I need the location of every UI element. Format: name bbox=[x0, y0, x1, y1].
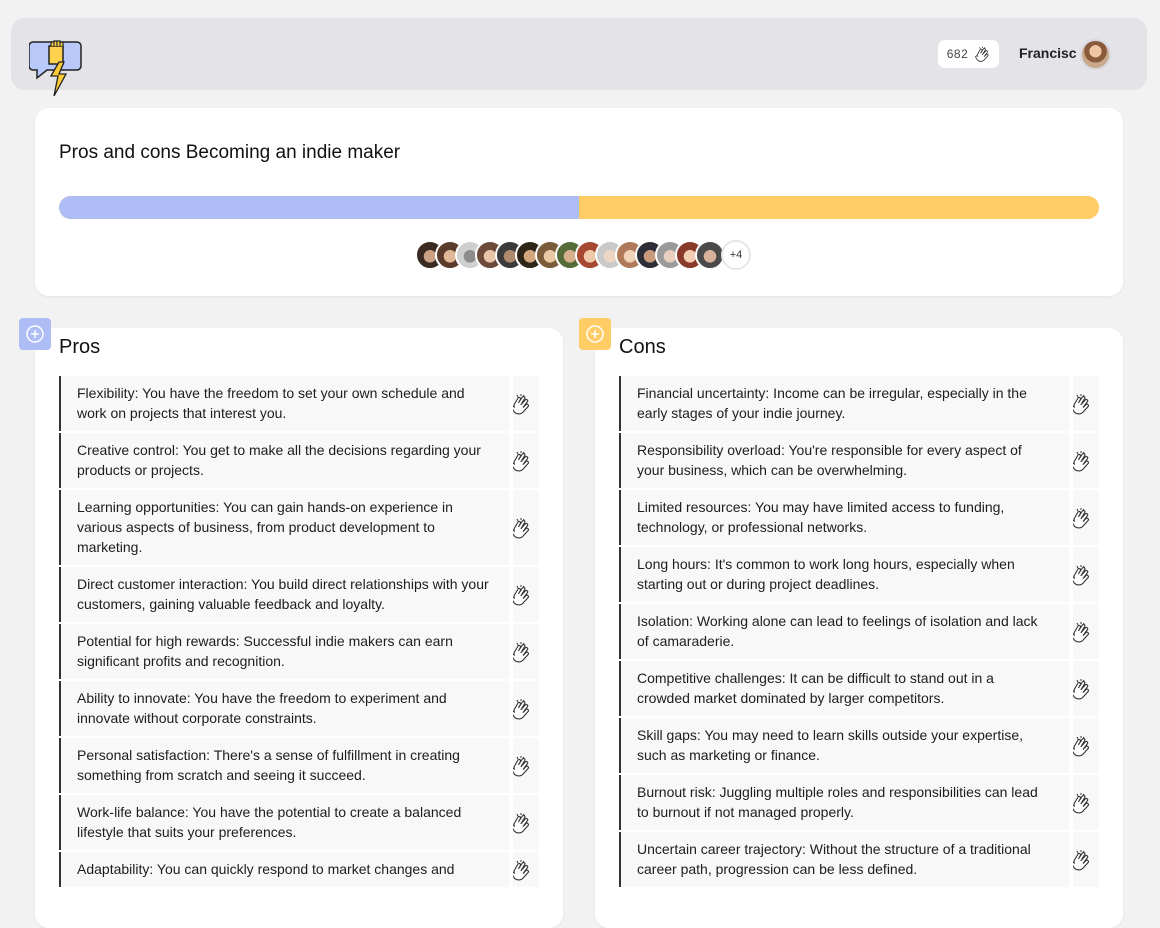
list-item-text: Adaptability: You can quickly respond to… bbox=[77, 861, 455, 877]
list-item[interactable]: Potential for high rewards: Successful i… bbox=[59, 624, 539, 679]
list-item[interactable]: Ability to innovate: You have the freedo… bbox=[59, 681, 539, 736]
list-item[interactable]: Personal satisfaction: There's a sense o… bbox=[59, 738, 539, 793]
plus-circle-icon bbox=[26, 325, 44, 343]
list-item[interactable]: Adaptability: You can quickly respond to… bbox=[59, 852, 539, 887]
list-item-text: Competitive challenges: It can be diffic… bbox=[637, 670, 994, 706]
clap-icon[interactable] bbox=[507, 583, 531, 607]
add-pro-button[interactable] bbox=[19, 318, 51, 350]
clap-icon[interactable] bbox=[1067, 848, 1091, 872]
list-item[interactable]: Financial uncertainty: Income can be irr… bbox=[619, 376, 1099, 431]
clap-icon[interactable] bbox=[507, 811, 531, 835]
list-item-text: Personal satisfaction: There's a sense o… bbox=[77, 747, 460, 783]
pros-title: Pros bbox=[59, 336, 101, 358]
clap-icon[interactable] bbox=[507, 697, 531, 721]
summary-card: Pros and cons Becoming an indie maker +4 bbox=[35, 108, 1123, 296]
top-bar: 682 Francisc bbox=[11, 18, 1147, 97]
list-item-text: Skill gaps: You may need to learn skills… bbox=[637, 727, 1023, 763]
list-item-text: Flexibility: You have the freedom to set… bbox=[77, 385, 465, 421]
clap-icon[interactable] bbox=[1067, 563, 1091, 587]
list-item-text: Burnout risk: Juggling multiple roles an… bbox=[637, 784, 1038, 820]
participants-more-badge[interactable]: +4 bbox=[721, 240, 751, 270]
clap-icon[interactable] bbox=[507, 392, 531, 416]
user-avatar[interactable] bbox=[1080, 39, 1111, 70]
list-item[interactable]: Skill gaps: You may need to learn skills… bbox=[619, 718, 1099, 773]
pros-list: Flexibility: You have the freedom to set… bbox=[59, 376, 539, 889]
clap-icon[interactable] bbox=[507, 754, 531, 778]
list-item-text: Work-life balance: You have the potentia… bbox=[77, 804, 462, 840]
list-item-text: Isolation: Working alone can lead to fee… bbox=[637, 613, 1038, 649]
clap-counter[interactable]: 682 bbox=[938, 40, 999, 68]
clap-icon[interactable] bbox=[1067, 791, 1091, 815]
list-item-text: Financial uncertainty: Income can be irr… bbox=[637, 385, 1027, 421]
list-item[interactable]: Flexibility: You have the freedom to set… bbox=[59, 376, 539, 431]
list-item[interactable]: Responsibility overload: You're responsi… bbox=[619, 433, 1099, 488]
pros-cons-ratio-bar bbox=[59, 196, 1099, 219]
list-item-text: Creative control: You get to make all th… bbox=[77, 442, 481, 478]
clap-icon[interactable] bbox=[1067, 677, 1091, 701]
list-item-text: Direct customer interaction: You build d… bbox=[77, 576, 489, 612]
page-title: Pros and cons Becoming an indie maker bbox=[59, 142, 401, 163]
clap-icon[interactable] bbox=[1067, 620, 1091, 644]
list-item-text: Uncertain career trajectory: Without the… bbox=[637, 841, 1031, 877]
clap-icon[interactable] bbox=[1067, 449, 1091, 473]
list-item[interactable]: Learning opportunities: You can gain han… bbox=[59, 490, 539, 565]
list-item[interactable]: Limited resources: You may have limited … bbox=[619, 490, 1099, 545]
app-logo-icon[interactable] bbox=[28, 36, 85, 100]
clap-icon[interactable] bbox=[1067, 734, 1091, 758]
list-item-text: Ability to innovate: You have the freedo… bbox=[77, 690, 447, 726]
pros-column: Pros Flexibility: You have the freedom t… bbox=[19, 318, 563, 928]
add-con-button[interactable] bbox=[579, 318, 611, 350]
list-item[interactable]: Isolation: Working alone can lead to fee… bbox=[619, 604, 1099, 659]
list-item[interactable]: Competitive challenges: It can be diffic… bbox=[619, 661, 1099, 716]
list-item[interactable]: Work-life balance: You have the potentia… bbox=[59, 795, 539, 850]
list-item-text: Responsibility overload: You're responsi… bbox=[637, 442, 1022, 478]
clap-icon[interactable] bbox=[507, 640, 531, 664]
clap-icon[interactable] bbox=[507, 858, 531, 882]
cons-title: Cons bbox=[619, 336, 666, 358]
list-item[interactable]: Long hours: It's common to work long hou… bbox=[619, 547, 1099, 602]
cons-column: Cons Financial uncertainty: Income can b… bbox=[579, 318, 1123, 928]
cons-ratio-segment bbox=[579, 196, 1099, 219]
list-item[interactable]: Burnout risk: Juggling multiple roles an… bbox=[619, 775, 1099, 830]
clap-icon[interactable] bbox=[1067, 392, 1091, 416]
clap-icon bbox=[975, 46, 989, 62]
pros-ratio-segment bbox=[59, 196, 579, 219]
clap-icon[interactable] bbox=[507, 449, 531, 473]
participants-list[interactable]: +4 bbox=[415, 240, 751, 272]
clap-icon[interactable] bbox=[507, 516, 531, 540]
clap-icon[interactable] bbox=[1067, 506, 1091, 530]
cons-list: Financial uncertainty: Income can be irr… bbox=[619, 376, 1099, 889]
plus-circle-icon bbox=[586, 325, 604, 343]
list-item-text: Limited resources: You may have limited … bbox=[637, 499, 1005, 535]
list-item-text: Long hours: It's common to work long hou… bbox=[637, 556, 1015, 592]
list-item-text: Potential for high rewards: Successful i… bbox=[77, 633, 453, 669]
clap-count-value: 682 bbox=[946, 47, 969, 61]
list-item[interactable]: Creative control: You get to make all th… bbox=[59, 433, 539, 488]
list-item-text: Learning opportunities: You can gain han… bbox=[77, 499, 453, 555]
username[interactable]: Francisc bbox=[1019, 45, 1077, 61]
list-item[interactable]: Direct customer interaction: You build d… bbox=[59, 567, 539, 622]
